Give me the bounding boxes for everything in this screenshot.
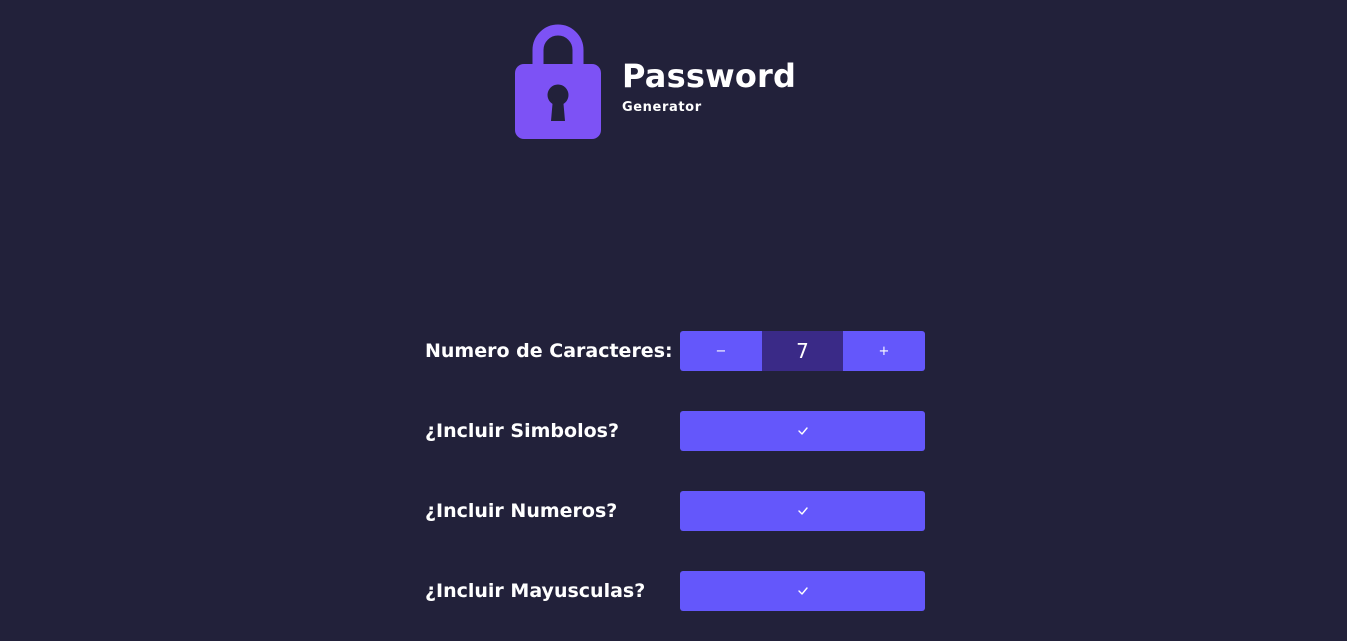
symbols-label: ¿Incluir Simbolos? (425, 420, 619, 442)
app-header: Password Generator (514, 22, 796, 140)
padlock-icon (515, 24, 601, 139)
check-icon (797, 507, 808, 515)
app-subtitle: Generator (622, 100, 702, 115)
symbols-row: ¿Incluir Simbolos? (425, 411, 925, 451)
check-icon (797, 587, 808, 595)
numbers-toggle-button[interactable] (680, 491, 925, 531)
symbols-control (680, 411, 925, 451)
length-stepper: − 7 + (680, 331, 925, 371)
uppercase-control (680, 571, 925, 611)
symbols-toggle-button[interactable] (680, 411, 925, 451)
decrement-button[interactable]: − (680, 331, 762, 371)
brand: Password Generator (622, 56, 796, 115)
check-icon (797, 427, 808, 435)
uppercase-toggle-button[interactable] (680, 571, 925, 611)
uppercase-label: ¿Incluir Mayusculas? (425, 580, 646, 602)
numbers-control (680, 491, 925, 531)
page: Password Generator Numero de Caracteres:… (0, 0, 1347, 641)
uppercase-row: ¿Incluir Mayusculas? (425, 571, 925, 611)
numbers-label: ¿Incluir Numeros? (425, 500, 618, 522)
app-title: Password (622, 57, 797, 95)
length-label: Numero de Caracteres: (425, 340, 673, 362)
numbers-row: ¿Incluir Numeros? (425, 491, 925, 531)
length-row: Numero de Caracteres: − 7 + (425, 331, 925, 371)
length-value: 7 (762, 331, 843, 371)
increment-button[interactable]: + (843, 331, 925, 371)
